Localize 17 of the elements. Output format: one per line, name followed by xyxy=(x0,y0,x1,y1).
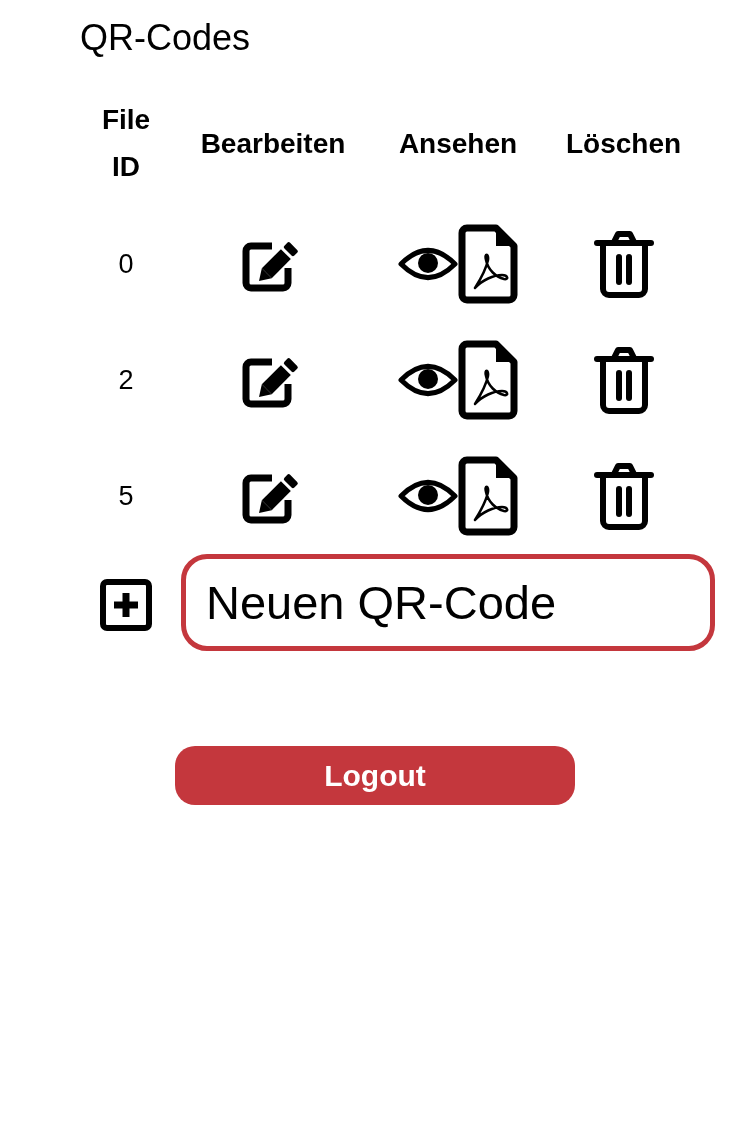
trash-icon[interactable] xyxy=(593,346,654,414)
file-id-cell: 0 xyxy=(118,248,134,280)
file-id-cell: 5 xyxy=(118,480,134,512)
pdf-file-icon[interactable] xyxy=(458,456,518,536)
column-header: Bearbeiten xyxy=(200,126,346,161)
column-header: Löschen xyxy=(565,126,682,161)
add-icon[interactable] xyxy=(100,579,152,631)
pdf-file-icon[interactable] xyxy=(458,340,518,420)
trash-icon[interactable] xyxy=(593,230,654,298)
file-id-cell: 2 xyxy=(118,364,134,396)
column-header: File ID xyxy=(101,103,151,184)
column-header: Ansehen xyxy=(398,126,518,161)
trash-icon[interactable] xyxy=(593,462,654,530)
logout-button[interactable]: Logout xyxy=(175,746,575,805)
pdf-file-icon[interactable] xyxy=(458,224,518,304)
page-title: QR-Codes xyxy=(80,16,251,60)
new-code-input[interactable]: Neuen QR-Code xyxy=(181,554,715,651)
